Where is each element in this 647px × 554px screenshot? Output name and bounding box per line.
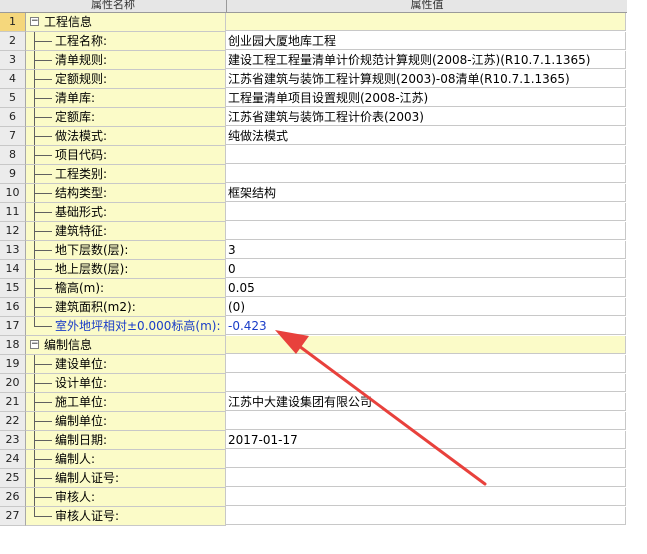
red-arrow-icon	[275, 330, 487, 486]
annotation-arrow	[275, 330, 487, 486]
